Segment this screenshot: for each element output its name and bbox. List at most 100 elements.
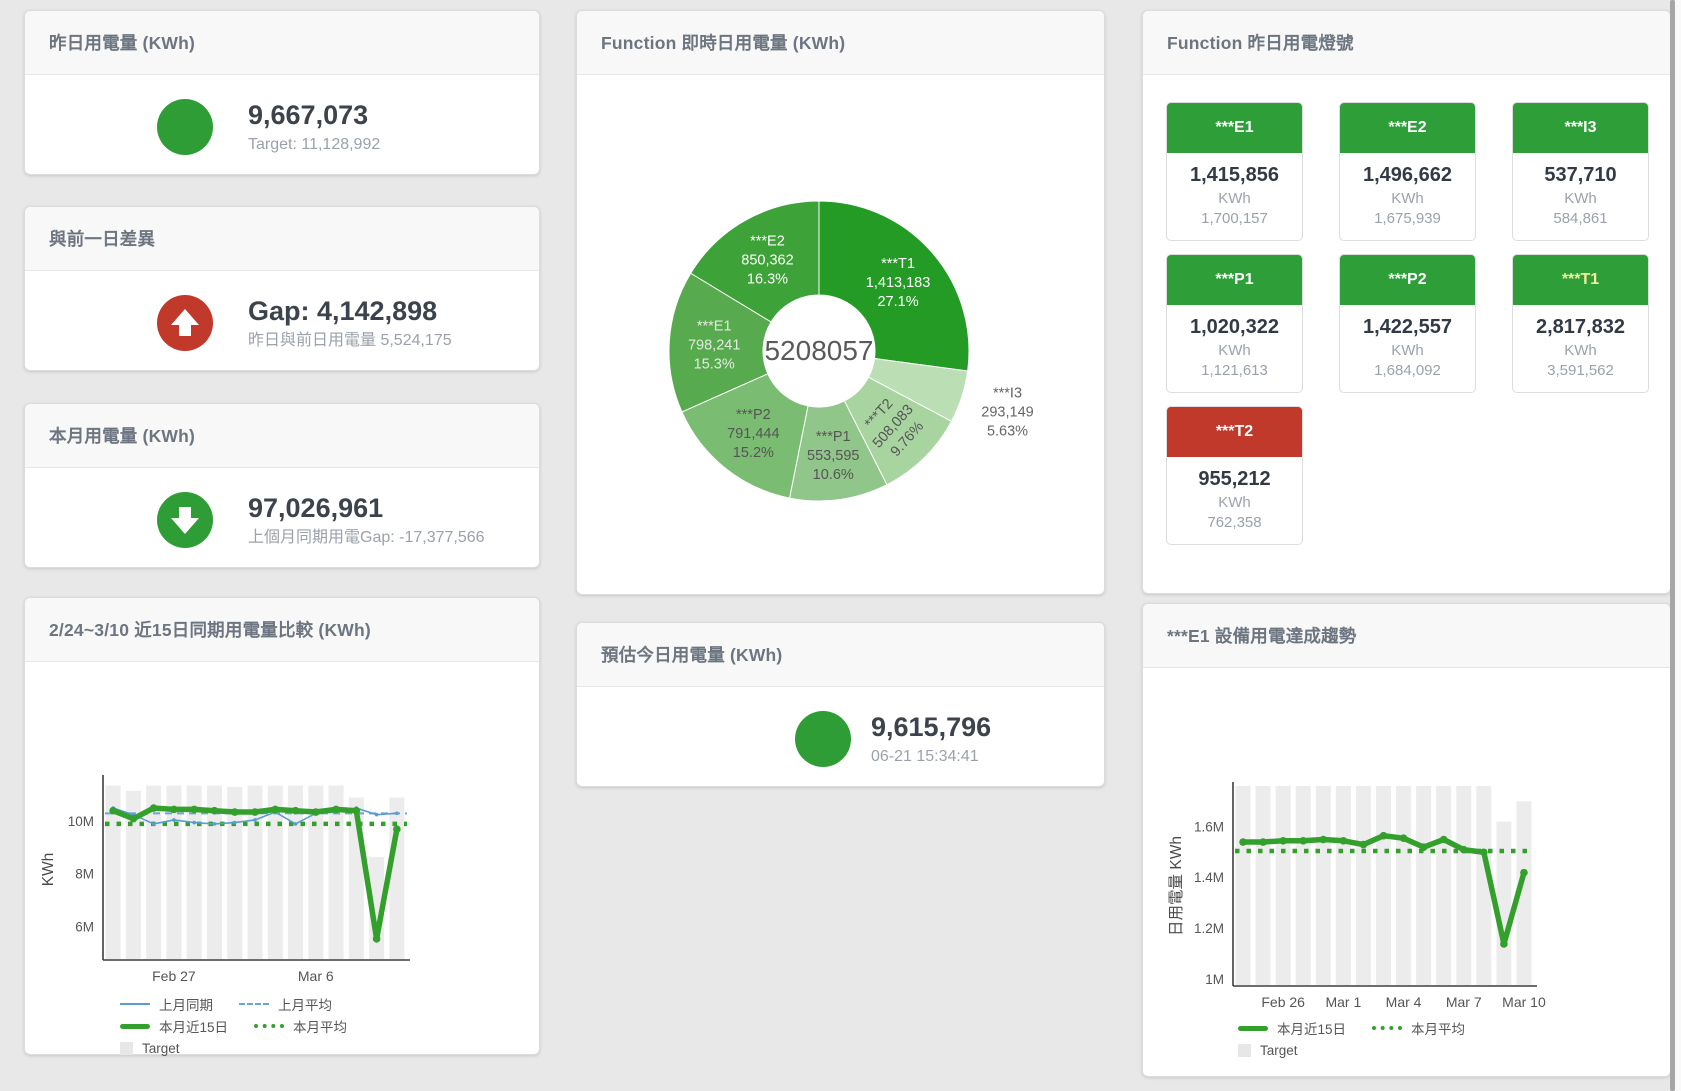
tiles-grid: ***E11,415,856KWh1,700,157 ***E21,496,662… [1143, 75, 1670, 572]
x-tick-label: Mar 6 [298, 968, 334, 984]
tile-T1[interactable]: ***T12,817,832KWh3,591,562 [1512, 254, 1649, 393]
card-realtime-donut: Function 即時日用電量 (KWh) ***T11,413,18327.1… [576, 10, 1105, 595]
legend-item[interactable]: 本月近15日 [120, 1016, 228, 1036]
data-point[interactable] [1420, 843, 1428, 851]
kpi-value: 97,026,961 [248, 492, 485, 526]
target-bar[interactable] [1436, 786, 1451, 985]
card-title: Function 昨日用電燈號 [1143, 11, 1670, 75]
kpi-subtitle: 昨日與前日用電量 5,524,175 [248, 331, 452, 351]
data-point[interactable] [1460, 846, 1468, 854]
data-point[interactable] [332, 806, 340, 814]
card-title: 2/24~3/10 近15日同期用電量比較 (KWh) [25, 598, 539, 662]
data-point[interactable] [170, 806, 178, 814]
card-title: Function 即時日用電量 (KWh) [577, 11, 1104, 75]
data-point[interactable] [251, 808, 259, 816]
legend-item[interactable]: Target [120, 1041, 180, 1056]
data-point[interactable] [1340, 837, 1348, 845]
scrollbar[interactable] [1670, 0, 1675, 1091]
target-bar[interactable] [1276, 786, 1291, 985]
tile-T2[interactable]: ***T2955,212KWh762,358 [1166, 406, 1303, 545]
x-tick-label: Feb 26 [1261, 994, 1305, 1008]
data-point[interactable] [373, 935, 381, 943]
data-point[interactable] [1239, 838, 1247, 846]
data-point[interactable] [211, 807, 219, 815]
data-point[interactable] [1500, 940, 1508, 948]
legend-item[interactable]: 上月平均 [239, 994, 332, 1014]
target-bar[interactable] [1496, 822, 1511, 985]
down-arrow-icon [157, 492, 213, 548]
card-title: 與前一日差異 [25, 207, 539, 271]
tile-target: 762,358 [1171, 514, 1298, 531]
data-point[interactable] [1400, 834, 1408, 842]
data-point[interactable] [393, 825, 401, 833]
data-point[interactable] [1520, 869, 1528, 877]
data-point[interactable] [375, 813, 379, 817]
legend-item[interactable]: 本月平均 [1372, 1018, 1465, 1038]
tile-I3[interactable]: ***I3537,710KWh584,861 [1512, 102, 1649, 241]
target-bar[interactable] [1356, 786, 1371, 985]
tile-E1[interactable]: ***E11,415,856KWh1,700,157 [1166, 102, 1303, 241]
data-point[interactable] [192, 821, 196, 825]
target-bar[interactable] [1336, 786, 1351, 985]
data-point[interactable] [1360, 841, 1368, 849]
target-bar[interactable] [1236, 786, 1251, 985]
data-point[interactable] [1320, 836, 1328, 844]
donut-slice-label: 15.3% [694, 356, 735, 372]
donut-slice-label: 553,595 [807, 448, 859, 464]
target-bar[interactable] [1296, 786, 1311, 985]
legend-item[interactable]: 本月平均 [254, 1016, 347, 1036]
data-point[interactable] [1480, 848, 1488, 856]
data-point[interactable] [213, 822, 217, 826]
legend-item[interactable]: Target [1238, 1043, 1298, 1058]
legend-swatch-icon [120, 1024, 150, 1029]
data-point[interactable] [172, 818, 176, 822]
target-bar[interactable] [1416, 786, 1431, 985]
data-point[interactable] [292, 807, 300, 815]
x-tick-label: Mar 4 [1386, 994, 1422, 1008]
x-tick-label: Mar 1 [1325, 994, 1361, 1008]
up-arrow-icon [157, 295, 213, 351]
data-point[interactable] [1279, 837, 1287, 845]
target-bar[interactable] [1456, 786, 1471, 985]
x-tick-label: Feb 27 [152, 968, 196, 984]
data-point[interactable] [395, 812, 399, 816]
target-bar[interactable] [1376, 786, 1391, 985]
data-point[interactable] [294, 822, 298, 826]
data-point[interactable] [1299, 837, 1307, 845]
tile-P1[interactable]: ***P11,020,322KWh1,121,613 [1166, 254, 1303, 393]
donut-slice-label: ***P1 [816, 429, 851, 445]
status-circle-icon [795, 711, 851, 767]
legend-swatch-icon [120, 1003, 150, 1005]
data-point[interactable] [312, 808, 320, 816]
data-point[interactable] [1380, 832, 1388, 840]
legend-label: 本月平均 [293, 1016, 347, 1036]
legend-item[interactable]: 本月近15日 [1238, 1018, 1346, 1038]
target-bar[interactable] [1256, 786, 1271, 985]
data-point[interactable] [231, 808, 239, 816]
data-point[interactable] [271, 806, 279, 814]
data-point[interactable] [190, 806, 198, 814]
target-bar[interactable] [1316, 786, 1331, 985]
donut-slice-label: 798,241 [688, 337, 740, 353]
tile-unit: KWh [1344, 342, 1471, 359]
data-point[interactable] [353, 807, 361, 815]
data-point[interactable] [150, 804, 158, 812]
data-point[interactable] [1440, 836, 1448, 844]
target-bar[interactable] [1396, 786, 1411, 985]
data-point[interactable] [152, 822, 156, 826]
data-point[interactable] [109, 807, 117, 815]
legend-item[interactable]: 上月同期 [120, 994, 213, 1014]
data-point[interactable] [253, 818, 257, 822]
legend-swatch-icon [1238, 1026, 1268, 1031]
card-month-usage: 本月用電量 (KWh) 97,026,961 上個月同期用電Gap: -17,3… [24, 403, 540, 568]
tile-P2[interactable]: ***P21,422,557KWh1,684,092 [1339, 254, 1476, 393]
e1-chart-legend: 本月近15日 本月平均 Target [1238, 1017, 1670, 1061]
data-point[interactable] [233, 821, 237, 825]
tile-value: 955,212 [1171, 468, 1298, 491]
realtime-usage-donut-chart: ***T11,413,18327.1%***I3293,1495.63%***T… [577, 75, 1102, 595]
legend-label: 本月近15日 [159, 1016, 228, 1036]
data-point[interactable] [1259, 838, 1267, 846]
kpi-subtitle: Target: 11,128,992 [248, 135, 380, 155]
tile-E2[interactable]: ***E21,496,662KWh1,675,939 [1339, 102, 1476, 241]
data-point[interactable] [130, 815, 138, 823]
